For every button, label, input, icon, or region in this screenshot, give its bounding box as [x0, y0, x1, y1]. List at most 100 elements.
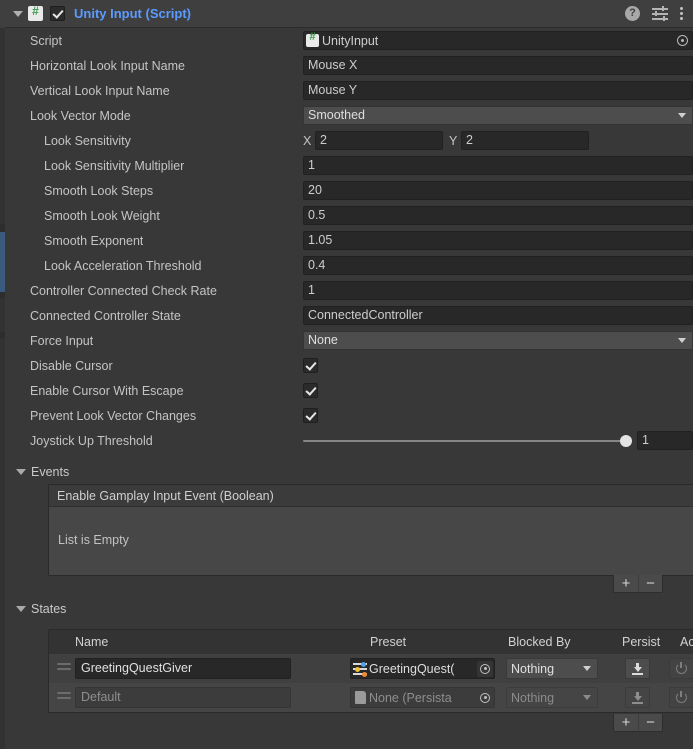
state-preset-field[interactable]: None (Persista [350, 687, 495, 708]
event-list-body: List is Empty [49, 507, 693, 575]
property-label: Smooth Look Steps [44, 183, 154, 198]
chevron-down-icon [678, 338, 686, 343]
property-row-vertical-look-input-name: Vertical Look Input Name Mouse Y [5, 78, 693, 103]
kebab-menu-icon[interactable] [680, 6, 685, 21]
property-label: Look Vector Mode [30, 108, 131, 123]
property-row-look-sensitivity-multiplier: Look Sensitivity Multiplier 1 [5, 153, 693, 178]
joystick-up-threshold-slider[interactable] [303, 433, 632, 449]
look-vector-mode-dropdown[interactable]: Smoothed [303, 106, 693, 125]
dropdown-value: Smoothed [308, 108, 365, 122]
look-sensitivity-multiplier-field[interactable]: 1 [303, 156, 693, 175]
joystick-up-threshold-value-field[interactable]: 1 [637, 431, 693, 450]
smooth-look-steps-field[interactable]: 20 [303, 181, 693, 200]
states-add-button[interactable]: + [614, 714, 638, 731]
script-object-field[interactable]: UnityInput [303, 31, 693, 50]
property-row-look-sensitivity: Look Sensitivity X 2 Y 2 [5, 128, 693, 153]
property-label: Script [30, 33, 62, 48]
file-icon [355, 691, 366, 704]
chevron-down-icon [678, 113, 686, 118]
smooth-exponent-field[interactable]: 1.05 [303, 231, 693, 250]
property-label: Vertical Look Input Name [30, 83, 170, 98]
property-row-horizontal-look-input-name: Horizontal Look Input Name Mouse X [5, 53, 693, 78]
column-header-name: Name [75, 635, 109, 649]
state-activate-button[interactable] [669, 658, 693, 679]
events-foldout-arrow[interactable] [16, 469, 26, 475]
property-label: Look Sensitivity Multiplier [44, 158, 185, 173]
enable-cursor-with-escape-checkbox[interactable] [303, 383, 318, 398]
state-persist-button[interactable] [625, 687, 650, 708]
events-section-header[interactable]: Events [5, 461, 693, 483]
slider-handle[interactable] [620, 434, 632, 447]
help-icon[interactable]: ? [625, 6, 640, 21]
object-picker-icon[interactable] [477, 690, 493, 706]
property-row-disable-cursor: Disable Cursor [5, 353, 693, 378]
preset-value: None (Persista [369, 690, 452, 705]
component-foldout-arrow[interactable] [11, 7, 25, 21]
states-foldout-arrow[interactable] [16, 606, 26, 612]
force-input-dropdown[interactable]: None [303, 331, 693, 350]
property-label: Smooth Look Weight [44, 208, 160, 223]
axis-label-x: X [303, 133, 312, 148]
states-section-header[interactable]: States [5, 598, 693, 620]
state-blocked-by-dropdown[interactable]: Nothing [506, 687, 598, 708]
property-label: Controller Connected Check Rate [30, 283, 217, 298]
table-row[interactable]: GreetingQuestGiver GreetingQuest( Nothin… [49, 654, 693, 683]
events-remove-button[interactable]: − [638, 575, 662, 592]
blocked-by-value: Nothing [511, 690, 555, 705]
prevent-look-vector-changes-checkbox[interactable] [303, 408, 318, 423]
horizontal-look-input-name-field[interactable]: Mouse X [303, 56, 693, 75]
events-add-remove-bar: + − [613, 575, 663, 593]
controller-connected-check-rate-field[interactable]: 1 [303, 281, 693, 300]
preset-icon [353, 661, 367, 677]
state-activate-button[interactable] [669, 687, 693, 708]
vertical-look-input-name-field[interactable]: Mouse Y [303, 81, 693, 100]
states-table-header: Name Preset Blocked By Persist Activate [49, 630, 693, 654]
drag-handle-icon[interactable] [57, 663, 71, 674]
inspector-panel: Unity Input (Script) ? Script Unit [0, 0, 693, 749]
state-name-field[interactable]: Default [75, 687, 291, 708]
property-row-force-input: Force Input None [5, 328, 693, 353]
property-label: Look Acceleration Threshold [44, 258, 202, 273]
property-label: Connected Controller State [30, 308, 181, 323]
column-header-persist: Persist [622, 635, 661, 649]
object-picker-icon[interactable] [674, 32, 691, 49]
event-list-title: Enable Gamplay Input Event (Boolean) [49, 485, 693, 507]
states-table: Name Preset Blocked By Persist Activate … [48, 629, 693, 713]
component-enabled-checkbox[interactable] [50, 6, 65, 21]
preset-icon[interactable] [652, 6, 668, 21]
state-preset-field[interactable]: GreetingQuest( [350, 658, 495, 679]
component-title: Unity Input (Script) [74, 6, 191, 21]
column-header-blocked-by: Blocked By [508, 635, 571, 649]
preset-value: GreetingQuest( [369, 661, 455, 676]
table-row[interactable]: Default None (Persista Nothing [49, 683, 693, 712]
events-list-box: Enable Gamplay Input Event (Boolean) Lis… [48, 484, 693, 576]
look-sensitivity-x-field[interactable]: 2 [315, 131, 443, 150]
property-row-smooth-exponent: Smooth Exponent 1.05 [5, 228, 693, 253]
power-icon [676, 690, 687, 703]
disable-cursor-checkbox[interactable] [303, 358, 318, 373]
csharp-script-icon [306, 31, 319, 47]
property-row-controller-connected-check-rate: Controller Connected Check Rate 1 [5, 278, 693, 303]
connected-controller-state-field[interactable]: ConnectedController [303, 306, 693, 325]
property-row-smooth-look-steps: Smooth Look Steps 20 [5, 178, 693, 203]
states-add-remove-bar: + − [613, 714, 663, 732]
events-add-button[interactable]: + [614, 575, 638, 592]
drag-handle-icon[interactable] [57, 692, 71, 703]
property-label: Force Input [30, 333, 94, 348]
property-list: Script UnityInput Horizontal Look Input … [5, 28, 693, 453]
property-row-connected-controller-state: Connected Controller State ConnectedCont… [5, 303, 693, 328]
state-blocked-by-dropdown[interactable]: Nothing [506, 658, 598, 679]
state-persist-button[interactable] [625, 658, 650, 679]
look-sensitivity-y-field[interactable]: 2 [461, 131, 589, 150]
dropdown-value: None [308, 333, 338, 347]
object-picker-icon[interactable] [477, 660, 493, 677]
event-list-empty-text: List is Empty [58, 533, 129, 547]
header-actions: ? [625, 6, 685, 21]
component-header[interactable]: Unity Input (Script) ? [5, 0, 693, 28]
states-remove-button[interactable]: − [638, 714, 662, 731]
smooth-look-weight-field[interactable]: 0.5 [303, 206, 693, 225]
state-name-field[interactable]: GreetingQuestGiver [75, 658, 291, 679]
download-icon [632, 691, 643, 704]
script-value: UnityInput [322, 33, 379, 48]
look-acceleration-threshold-field[interactable]: 0.4 [303, 256, 693, 275]
